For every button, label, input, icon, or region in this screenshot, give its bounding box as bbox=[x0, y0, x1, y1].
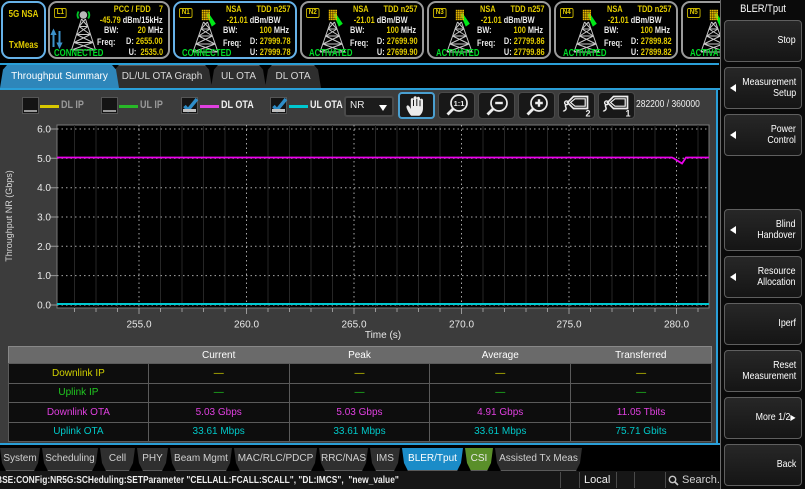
svg-text:2.0: 2.0 bbox=[37, 242, 51, 253]
svg-text:275.0: 275.0 bbox=[556, 320, 581, 331]
svg-text:280.0: 280.0 bbox=[664, 320, 689, 331]
svg-text:260.0: 260.0 bbox=[234, 320, 259, 331]
svg-text:Throughput NR (Gbps): Throughput NR (Gbps) bbox=[4, 170, 14, 262]
svg-text:Time (s): Time (s) bbox=[365, 330, 401, 341]
svg-text:255.0: 255.0 bbox=[126, 320, 151, 331]
svg-text:4.0: 4.0 bbox=[37, 183, 51, 194]
svg-text:0.0: 0.0 bbox=[37, 301, 51, 312]
svg-text:5.0: 5.0 bbox=[37, 154, 51, 165]
svg-text:2: 2 bbox=[585, 109, 590, 119]
svg-text:270.0: 270.0 bbox=[449, 320, 474, 331]
svg-text:3.0: 3.0 bbox=[37, 213, 51, 224]
svg-text:6.0: 6.0 bbox=[37, 125, 51, 136]
svg-text:1: 1 bbox=[625, 109, 630, 119]
svg-text:265.0: 265.0 bbox=[341, 320, 366, 331]
svg-text:1:1: 1:1 bbox=[454, 99, 465, 108]
svg-text:1.0: 1.0 bbox=[37, 271, 51, 282]
